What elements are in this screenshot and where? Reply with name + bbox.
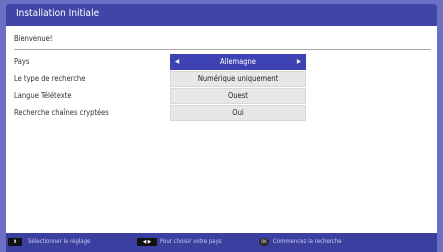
setting-value-chaines-cryptees[interactable]: Oui [170, 105, 306, 121]
hint-start-search: OK Commencez la recherche [259, 238, 379, 248]
arrow-right-icon[interactable]: ▶ [297, 55, 301, 69]
hint-choose-country-text: Pour choisir votre pays [160, 238, 222, 245]
welcome-text: Bienvenue! [14, 34, 53, 43]
title-bar: Installation Initiale [6, 4, 437, 26]
type-recherche-value-text: Numérique uniquement [197, 74, 279, 83]
setting-row-type-recherche[interactable]: Le type de recherche Numérique uniquemen… [14, 71, 431, 87]
leftright-key-icon: ◀ ▶ [137, 238, 157, 246]
hint-select-setting-text: Sélectionner le réglage [28, 238, 91, 245]
setting-label-langue-teletexte: Langue Télétexte [14, 91, 72, 100]
ok-key-icon: OK [259, 238, 269, 246]
chaines-cryptees-value-text: Oui [232, 108, 244, 117]
hint-start-search-text: Commencez la recherche [273, 238, 342, 245]
setting-label-chaines-cryptees: Recherche chaînes cryptées [14, 108, 109, 117]
langue-teletexte-value-text: Ouest [228, 91, 248, 100]
window-title: Installation Initiale [16, 8, 100, 19]
setting-value-pays[interactable]: ◀ Allemagne ▶ [170, 54, 306, 70]
setting-row-pays[interactable]: Pays ◀ Allemagne ▶ [14, 54, 431, 70]
setting-value-langue-teletexte[interactable]: Ouest [170, 88, 306, 104]
setting-value-type-recherche[interactable]: Numérique uniquement [170, 71, 306, 87]
setting-label-pays: Pays [14, 57, 30, 66]
divider [14, 49, 431, 50]
setting-row-chaines-cryptees[interactable]: Recherche chaînes cryptées Oui [14, 105, 431, 121]
arrow-left-icon[interactable]: ◀ [175, 55, 179, 69]
setting-row-langue-teletexte[interactable]: Langue Télétexte Ouest [14, 88, 431, 104]
footer-hint-bar: ⬍ Sélectionner le réglage ◀ ▶ Pour chois… [6, 233, 437, 252]
hint-choose-country: ◀ ▶ Pour choisir votre pays [137, 238, 257, 248]
pays-value-text: Allemagne [220, 57, 256, 66]
updown-key-icon: ⬍ [8, 238, 22, 246]
setting-label-type-recherche: Le type de recherche [14, 74, 86, 83]
hint-select-setting: ⬍ Sélectionner le réglage [8, 238, 138, 248]
